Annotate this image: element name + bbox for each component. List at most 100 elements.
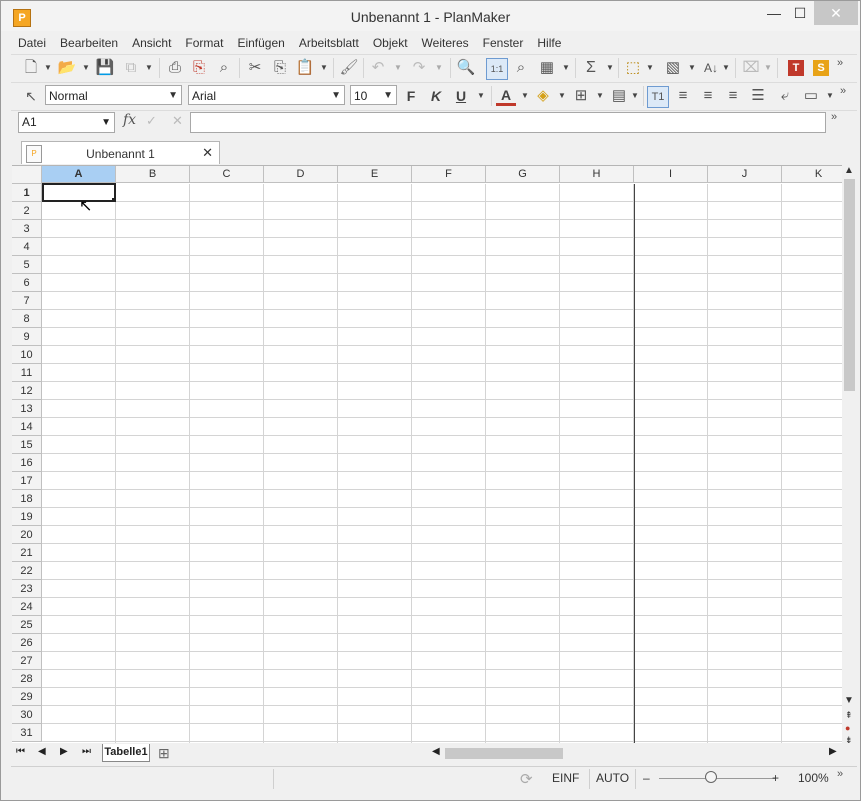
row-header-25[interactable]: 25 [12,616,42,634]
number-format-icon[interactable]: ▤ [609,86,629,106]
chevron-down-icon[interactable]: ▼ [687,58,697,78]
menu-objekt[interactable]: Objekt [366,32,415,50]
row-header-6[interactable]: 6 [12,274,42,292]
menu-bearbeiten[interactable]: Bearbeiten [53,32,125,50]
font-color-button[interactable]: A [496,86,516,106]
row-header-13[interactable]: 13 [12,400,42,418]
save-icon[interactable]: 💾 [95,58,115,78]
chevron-down-icon[interactable]: ▼ [557,86,567,106]
fill-handle[interactable] [112,198,116,202]
new-file-icon[interactable]: 🗋 [21,58,41,78]
cut-icon[interactable]: ✂ [245,58,265,78]
format-painter-icon[interactable]: 🖌 [339,58,359,78]
row-header-12[interactable]: 12 [12,382,42,400]
style-select[interactable]: Normal ▼ [45,85,182,105]
cell-area[interactable] [42,184,842,743]
horizontal-scrollbar[interactable]: ◀ ▶ [429,746,849,761]
chevron-down-icon[interactable]: ▼ [81,58,91,78]
close-button[interactable]: ✕ [814,1,858,25]
sort-icon[interactable]: A↓ [701,58,721,78]
chevron-down-icon[interactable]: ▼ [476,86,486,106]
menu-einfuegen[interactable]: Einfügen [230,32,291,50]
row-header-5[interactable]: 5 [12,256,42,274]
menu-weiteres[interactable]: Weiteres [415,32,476,50]
paste-icon[interactable]: 📋 [295,58,315,78]
function-icon[interactable]: fx [123,112,136,128]
close-tab-icon[interactable]: ✕ [202,145,213,161]
menu-format[interactable]: Format [178,32,230,50]
row-header-3[interactable]: 3 [12,220,42,238]
export-pdf-icon[interactable]: ⎘ [189,58,209,78]
italic-button[interactable]: K [426,86,446,106]
column-header-g[interactable]: G [486,166,560,183]
font-select[interactable]: Arial ▼ [188,85,345,105]
chevron-down-icon[interactable]: ▼ [595,86,605,106]
menu-fenster[interactable]: Fenster [476,32,531,50]
zoom-slider-knob[interactable] [705,771,717,783]
textmaker-icon[interactable]: T [788,60,804,76]
row-header-10[interactable]: 10 [12,346,42,364]
row-header-19[interactable]: 19 [12,508,42,526]
zoom-100-icon[interactable]: 1:1 [486,58,508,80]
column-header-d[interactable]: D [264,166,338,183]
first-sheet-icon[interactable]: ⏮ [16,746,25,757]
print-preview-icon[interactable]: ⌕ [214,58,234,78]
print-icon[interactable]: ⎙ [165,58,185,78]
row-header-2[interactable]: 2 [12,202,42,220]
formula-bar-overflow-icon[interactable]: » [831,111,837,123]
font-size-select[interactable]: 10 ▼ [350,85,397,105]
next-sheet-icon[interactable]: ▶ [60,746,68,757]
maximize-button[interactable]: ☐ [785,1,815,25]
autoformat-icon[interactable]: ▧ [663,58,683,78]
row-header-14[interactable]: 14 [12,418,42,436]
wrap-text-icon[interactable]: ⤶ [775,86,795,106]
chevron-down-icon[interactable]: ▼ [144,58,154,78]
text-orientation-icon[interactable]: T1 [647,86,669,108]
zoom-in-button[interactable]: + [772,771,779,785]
bold-button[interactable]: F [401,86,421,106]
sum-icon[interactable]: Σ [581,58,601,78]
chevron-down-icon[interactable]: ▼ [605,58,615,78]
toolbar-overflow-icon[interactable]: » [837,57,843,69]
table-view-icon[interactable]: ▦ [537,58,557,78]
row-header-23[interactable]: 23 [12,580,42,598]
row-header-29[interactable]: 29 [12,688,42,706]
borders-icon[interactable]: ⊞ [571,86,591,106]
align-center-icon[interactable]: ≡ [698,86,718,106]
cell-layout-icon[interactable]: ▭ [801,86,821,106]
row-header-7[interactable]: 7 [12,292,42,310]
menu-ansicht[interactable]: Ansicht [125,32,178,50]
formula-input[interactable] [190,112,826,133]
column-header-h[interactable]: H [560,166,634,183]
insert-object-icon[interactable]: ⬚ [623,58,643,78]
menu-hilfe[interactable]: Hilfe [530,32,568,50]
column-header-a[interactable]: A [42,166,116,183]
horizontal-scroll-thumb[interactable] [445,748,563,759]
column-header-b[interactable]: B [116,166,190,183]
previous-sheet-icon[interactable]: ◀ [38,746,46,757]
zoom-level[interactable]: 100% [798,771,829,785]
row-header-30[interactable]: 30 [12,706,42,724]
status-overflow-icon[interactable]: » [837,768,843,780]
chevron-down-icon[interactable]: ▼ [319,58,329,78]
row-header-26[interactable]: 26 [12,634,42,652]
last-sheet-icon[interactable]: ⏭ [82,746,91,757]
toolbar-overflow-icon[interactable]: » [840,85,846,97]
document-tab[interactable]: P Unbenannt 1 ✕ [21,141,220,164]
menu-datei[interactable]: Datei [11,32,53,50]
chevron-down-icon[interactable]: ▼ [561,58,571,78]
row-header-8[interactable]: 8 [12,310,42,328]
chevron-down-icon[interactable]: ▼ [630,86,640,106]
recalculate-icon[interactable]: ⟳ [520,770,533,788]
name-box[interactable]: A1 ▼ [18,112,115,133]
zoom-icon[interactable]: ⌕ [511,58,531,78]
align-left-icon[interactable]: ≡ [673,86,693,106]
copy-icon[interactable]: ⎘ [270,58,290,78]
chevron-down-icon[interactable]: ▼ [520,86,530,106]
search-icon[interactable]: 🔍 [456,58,476,78]
vertical-scrollbar[interactable]: ▲ ▼ ⇞ ● ⇟ [842,165,857,745]
scroll-up-icon[interactable]: ▲ [844,165,854,176]
row-header-18[interactable]: 18 [12,490,42,508]
select-all-corner[interactable] [12,166,42,184]
row-header-27[interactable]: 27 [12,652,42,670]
